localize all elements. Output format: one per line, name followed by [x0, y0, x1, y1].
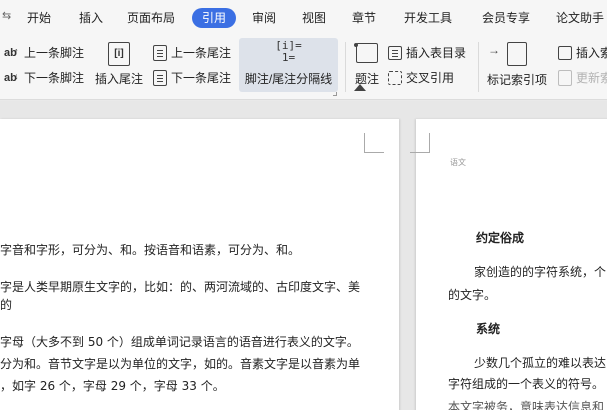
tab-chapter[interactable]: 章节 — [352, 9, 376, 27]
insert-endnote-button[interactable]: [i] 插入尾注 — [93, 40, 145, 94]
endnote-icon: [i] — [108, 42, 130, 66]
separator-line-icon: [i]= 1= — [275, 39, 302, 64]
body-text-line: 字符组成的一个表义的符号。 — [448, 377, 605, 391]
tab-member-exclusive[interactable]: 会员专享 — [482, 9, 530, 27]
caption-button[interactable]: 题注 — [351, 40, 383, 94]
mark-index-icon — [507, 42, 527, 66]
mark-index-entry-label: 标记索引项 — [486, 73, 547, 87]
insert-table-of-figures-label: 插入表目录 — [406, 46, 467, 60]
mark-index-entry-button[interactable]: 标记索引项 — [484, 40, 550, 94]
prev-endnote-label: 上一条尾注 — [171, 46, 232, 60]
prev-footnote-icon: ab ↑ — [4, 45, 19, 59]
caption-image-icon — [356, 43, 378, 63]
page-corner-mark — [410, 133, 430, 153]
body-text-line: 字是人类早期原生文字的，比如：的、两河流域的、古印度文字、美 — [0, 280, 361, 294]
separator-line-label: 脚注/尾注分隔线 — [244, 72, 333, 86]
cross-reference-label: 交叉引用 — [406, 71, 455, 85]
insert-index-label: 插入索 — [576, 46, 607, 60]
body-text-line: 分为和。音节文字是以为单位的文字，如的。音素文字是以音素为单 — [0, 357, 361, 371]
document-page-right[interactable]: 语文 约定俗成 家创造的的字符系统，个 的文字。 系统 少数几个孤立的难以表达 … — [410, 119, 607, 410]
prev-footnote-button[interactable]: ab ↑ 上一条脚注 — [4, 44, 84, 61]
ribbon-divider — [478, 42, 479, 92]
body-text-line: 少数几个孤立的难以表达 — [474, 356, 607, 370]
cross-reference-icon — [388, 70, 402, 85]
tab-references[interactable]: 引用 — [192, 8, 237, 28]
page-corner-mark — [364, 133, 384, 153]
update-index-button[interactable]: 更新索 — [558, 69, 607, 86]
prev-footnote-label: 上一条脚注 — [24, 46, 85, 60]
document-workspace[interactable]: 字音和字形，可分为、和。按语音和语素，可分为、和。 字是人类早期原生文字的，比如… — [0, 101, 607, 410]
tab-review[interactable]: 审阅 — [252, 9, 276, 27]
prev-endnote-icon — [153, 44, 167, 61]
dialog-launcher-icon[interactable] — [333, 92, 337, 96]
insert-index-icon — [558, 45, 572, 60]
insert-endnote-label: 插入尾注 — [94, 72, 143, 86]
ribbon-toolbar: ab ↑ 上一条脚注 ab ↓ 下一条脚注 [i] 插入尾注 上一条尾注 下一条尾注… — [0, 36, 607, 100]
tab-home[interactable]: 开始 — [27, 9, 51, 27]
footnote-separator-button[interactable]: [i]= 1= 脚注/尾注分隔线 — [239, 38, 338, 92]
tab-insert[interactable]: 插入 — [79, 9, 103, 27]
prev-endnote-button[interactable]: 上一条尾注 — [153, 44, 231, 61]
next-endnote-button[interactable]: 下一条尾注 — [153, 69, 231, 86]
tab-page-layout[interactable]: 页面布局 — [127, 9, 175, 27]
next-footnote-label: 下一条脚注 — [24, 71, 85, 85]
body-text-line: 的文字。 — [448, 288, 497, 302]
body-text-line: 字母（大多不到 50 个）组成单词记录语言的语音进行表义的文字。 — [0, 335, 359, 349]
insert-index-button[interactable]: 插入索 — [558, 44, 607, 61]
tab-developer-tools[interactable]: 开发工具 — [404, 9, 452, 27]
next-endnote-icon — [153, 69, 167, 86]
table-of-figures-icon — [388, 45, 402, 60]
tab-view[interactable]: 视图 — [302, 9, 326, 27]
update-index-label: 更新索 — [576, 71, 607, 85]
cross-reference-button[interactable]: 交叉引用 — [388, 69, 454, 86]
header-text: 语文 — [450, 158, 466, 167]
insert-table-of-figures-button[interactable]: 插入表目录 — [388, 44, 466, 61]
body-text-line: 字音和字形，可分为、和。按语音和语素，可分为、和。 — [0, 243, 301, 257]
section-heading: 约定俗成 — [476, 231, 525, 245]
body-text-line: 家创造的的字符系统，个 — [474, 265, 607, 279]
body-text-line: 的 — [0, 298, 13, 312]
update-index-icon — [558, 69, 572, 86]
menu-bar: ⇆ 开始 插入 页面布局 引用 审阅 视图 章节 开发工具 会员专享 论文助手 — [0, 0, 607, 36]
body-text-line: 本文字被务，意味表达信息和 — [448, 400, 605, 410]
document-page-left[interactable]: 字音和字形，可分为、和。按语音和语素，可分为、和。 字是人类早期原生文字的，比如… — [0, 119, 399, 410]
tab-thesis-assistant[interactable]: 论文助手 — [556, 9, 604, 27]
menu-collapse-icon[interactable]: ⇆ — [2, 9, 11, 22]
ribbon-divider — [345, 42, 346, 92]
next-footnote-icon: ab ↓ — [4, 70, 19, 84]
body-text-line: ，如字 26 个，字母 29 个，字母 33 个。 — [0, 379, 225, 393]
next-endnote-label: 下一条尾注 — [171, 71, 232, 85]
next-footnote-button[interactable]: ab ↓ 下一条脚注 — [4, 69, 84, 86]
section-heading: 系统 — [476, 322, 501, 336]
